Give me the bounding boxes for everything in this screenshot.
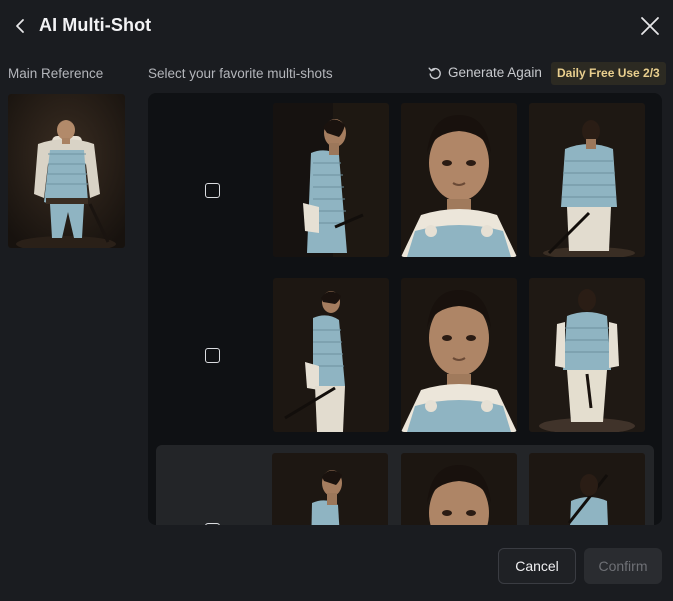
back-button[interactable] — [10, 14, 30, 38]
generate-again-button[interactable]: Generate Again — [428, 65, 542, 80]
multishot-grid — [148, 93, 662, 525]
close-button[interactable] — [638, 14, 662, 38]
row-checkbox[interactable] — [205, 523, 220, 525]
shot-row — [148, 103, 662, 269]
cancel-button[interactable]: Cancel — [498, 548, 576, 584]
main-reference-label: Main Reference — [8, 66, 104, 81]
row-checkbox[interactable] — [205, 348, 220, 363]
shot-image-portrait[interactable] — [401, 453, 517, 525]
shot-image-portrait[interactable] — [401, 278, 517, 432]
shot-row — [148, 278, 662, 444]
shot-row — [156, 445, 654, 525]
ai-multishot-dialog: AI Multi-Shot Main Reference Select your… — [0, 0, 673, 601]
shot-image-side-full-body[interactable] — [273, 278, 389, 432]
shot-image-back-sword[interactable] — [529, 453, 645, 525]
dialog-title: AI Multi-Shot — [39, 15, 152, 35]
shot-image-portrait[interactable] — [401, 103, 517, 257]
close-icon — [641, 17, 659, 35]
row-checkbox[interactable] — [205, 183, 220, 198]
shot-image-back-full-body[interactable] — [529, 278, 645, 432]
dialog-header: AI Multi-Shot — [0, 0, 673, 52]
generate-again-label: Generate Again — [448, 65, 542, 80]
refresh-icon — [428, 67, 441, 79]
select-shots-label: Select your favorite multi-shots — [148, 66, 333, 81]
daily-free-use-badge: Daily Free Use 2/3 — [551, 62, 666, 85]
shot-image-side-profile[interactable] — [272, 453, 388, 525]
shot-image-back-view[interactable] — [529, 103, 645, 257]
shot-image-side-profile[interactable] — [273, 103, 389, 257]
confirm-button[interactable]: Confirm — [584, 548, 662, 584]
back-arrow-icon — [16, 19, 24, 33]
main-reference-image — [8, 94, 125, 248]
